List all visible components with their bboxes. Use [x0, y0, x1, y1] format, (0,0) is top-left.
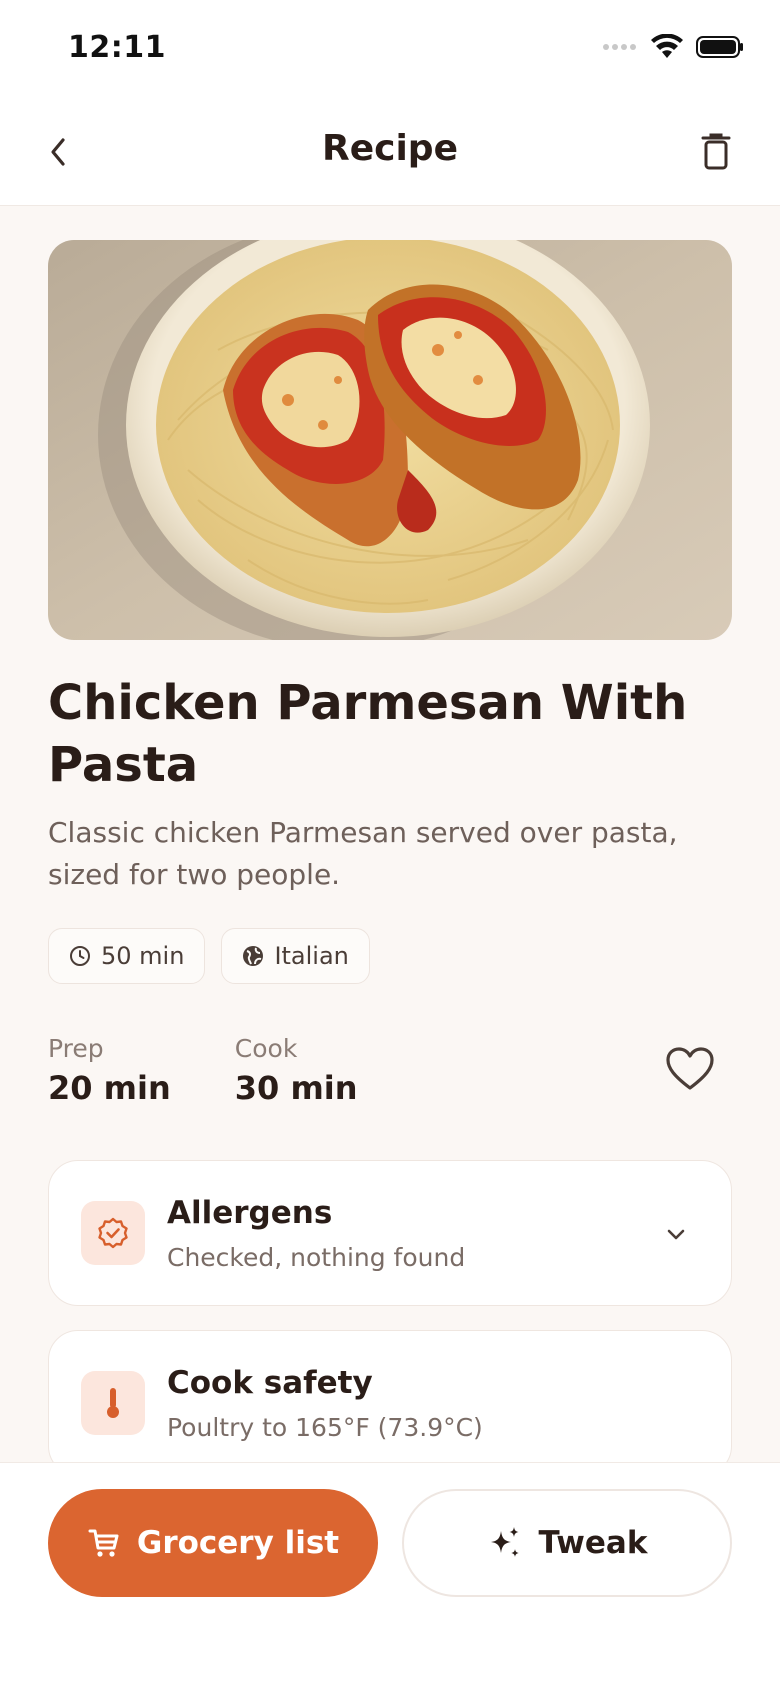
- recipe-tags: 50 min Italian: [48, 928, 370, 984]
- thermometer-icon: [107, 1388, 119, 1418]
- grocery-list-button[interactable]: Grocery list: [48, 1489, 378, 1597]
- tweak-label: Tweak: [538, 1525, 648, 1561]
- cuisine-chip: Italian: [221, 928, 370, 984]
- cook-safety-subtitle: Poultry to 165°F (73.9°C): [167, 1413, 483, 1442]
- status-bar: 12:11: [0, 0, 780, 100]
- allergens-title: Allergens: [167, 1195, 333, 1231]
- prep-label: Prep: [48, 1034, 104, 1063]
- prep-time: Prep 20 min: [48, 1034, 171, 1107]
- page-title: Recipe: [321, 128, 458, 169]
- heart-icon: [666, 1047, 714, 1090]
- wifi-icon: [651, 34, 683, 58]
- recipe-title: Chicken Parmesan With Pasta: [48, 675, 688, 793]
- recipe-photo: [48, 240, 732, 640]
- cellular-signal-icon: [603, 44, 636, 50]
- chevron-down-icon[interactable]: [661, 1219, 691, 1249]
- globe-icon: [243, 946, 264, 966]
- allergens-subtitle: Checked, nothing found: [167, 1243, 466, 1272]
- tweak-button[interactable]: Tweak: [402, 1489, 732, 1597]
- duration-label: 50 min: [101, 942, 185, 970]
- trash-icon: [701, 133, 731, 170]
- cook-label: Cook: [234, 1034, 298, 1063]
- favorite-button[interactable]: [664, 1046, 716, 1094]
- clock-icon: [70, 946, 90, 966]
- cart-icon: [88, 1529, 119, 1557]
- grocery-list-label: Grocery list: [136, 1525, 340, 1561]
- allergens-icon-box: [81, 1201, 145, 1265]
- status-icons: [602, 34, 744, 60]
- recipe-description: Classic chicken Parmesan served over pas…: [48, 816, 678, 891]
- cook-value: 30 min: [234, 1069, 358, 1107]
- prep-value: 20 min: [48, 1069, 171, 1107]
- nav-bar: Recipe: [0, 100, 780, 206]
- delete-button[interactable]: [694, 130, 738, 174]
- badge-check-icon: [98, 1217, 128, 1249]
- cook-safety-title: Cook safety: [167, 1365, 373, 1401]
- bottom-action-bar: Grocery list Tweak: [0, 1462, 780, 1688]
- cook-time: Cook 30 min: [235, 1034, 358, 1107]
- status-time: 12:11: [68, 30, 166, 65]
- chicken-parmesan-image: [48, 240, 732, 640]
- sparkles-icon: [490, 1527, 519, 1557]
- cuisine-label: Italian: [274, 942, 349, 970]
- allergens-card[interactable]: Allergens Checked, nothing found: [48, 1160, 732, 1306]
- cook-safety-icon-box: [81, 1371, 145, 1435]
- battery-icon: [696, 36, 743, 58]
- time-summary: Prep 20 min Cook 30 min: [48, 1034, 358, 1107]
- duration-chip: 50 min: [48, 928, 206, 984]
- cook-safety-card[interactable]: Cook safety Poultry to 165°F (73.9°C): [48, 1330, 732, 1476]
